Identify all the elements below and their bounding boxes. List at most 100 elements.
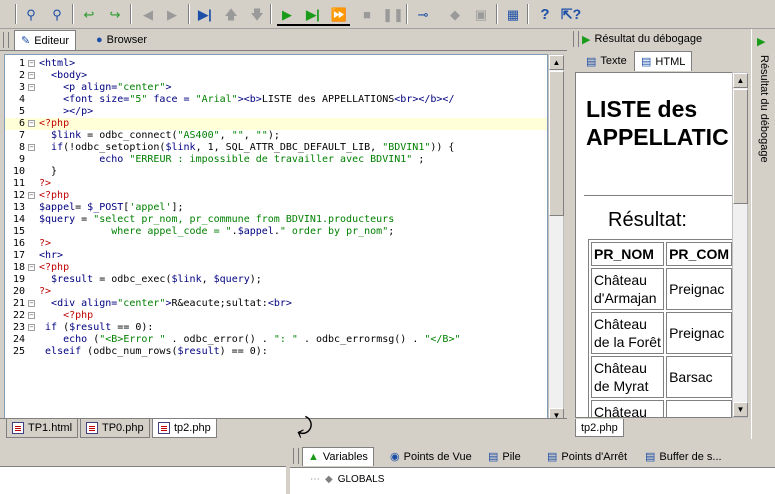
debug-file-tab[interactable]: tp2.php <box>575 419 624 437</box>
square-icon[interactable]: ▣ <box>472 5 490 23</box>
scroll-thumb[interactable] <box>549 71 564 216</box>
forward-icon[interactable]: ▶ <box>163 5 181 23</box>
tab-editeur[interactable]: ✎ Editeur <box>14 30 77 50</box>
tab-label: Points de Vue <box>403 450 472 463</box>
code-line[interactable]: 8− if(!odbc_setoption($link, 1, SQL_ATTR… <box>5 142 547 154</box>
code-line[interactable]: 12− <?php <box>5 190 547 202</box>
tree-expander-icon[interactable]: ⋯ <box>310 474 320 485</box>
search-icon[interactable]: ⚲ <box>22 5 40 23</box>
pane-grip[interactable] <box>3 32 9 48</box>
tab-pile[interactable]: ▤ Pile <box>483 447 526 466</box>
code-line[interactable]: 5 ></p> <box>5 106 547 118</box>
file-tab-tp2-php[interactable]: tp2.php <box>152 419 217 438</box>
context-help-icon[interactable]: ⇱? <box>561 5 581 23</box>
code-line[interactable]: 21− <div align="center">R&eacute;sultat:… <box>5 298 547 310</box>
file-tab-tp1-html[interactable]: TP1.html <box>6 419 79 438</box>
fold-toggle-icon[interactable]: − <box>28 192 35 199</box>
debug-side-strip[interactable]: ▶ Résultat du débogage <box>751 29 775 439</box>
run-to-cursor-icon[interactable]: ▶| <box>304 5 322 23</box>
code-line[interactable]: 1− <html> <box>5 58 547 70</box>
toolbar-separator <box>188 4 190 24</box>
editor-vertical-scrollbar[interactable]: ▲ ▼ <box>548 54 564 424</box>
breakpoint-icon[interactable]: ◆ <box>446 5 464 23</box>
code-line[interactable]: 3− <p align="center"> <box>5 82 547 94</box>
code-text: ></p> <box>63 106 94 117</box>
arrow-right-green-icon[interactable]: ↪ <box>106 5 124 23</box>
code-line[interactable]: 10 } <box>5 166 547 178</box>
calendar-icon[interactable]: ▦ <box>504 5 522 23</box>
file-tab-tp0-php[interactable]: TP0.php <box>80 419 150 438</box>
file-tab-label: tp2.php <box>174 422 211 434</box>
table-row: Château d'Armajan Preignac <box>591 268 732 310</box>
code-line[interactable]: 2− <body> <box>5 70 547 82</box>
code-line[interactable]: 9 echo "ERREUR : impossible de travaille… <box>5 154 547 166</box>
code-line[interactable]: 15 where appel_code = ".$appel." order b… <box>5 226 547 238</box>
fold-toggle-icon[interactable]: − <box>28 312 35 319</box>
fold-toggle-icon[interactable]: − <box>28 324 35 331</box>
debug-output-icon: ▶ <box>757 36 766 48</box>
buffer-icon: ▤ <box>645 451 656 463</box>
code-line[interactable]: 22− <?php <box>5 310 547 322</box>
line-number: 18 <box>12 262 25 273</box>
scroll-down-icon[interactable]: ▼ <box>733 402 748 417</box>
code-line[interactable]: 17 <hr> <box>5 250 547 262</box>
stop-icon[interactable]: ■ <box>358 5 376 23</box>
line-number: 6 <box>18 118 25 129</box>
tab-buffer[interactable]: ▤ Buffer de s... <box>640 447 727 466</box>
run-icon[interactable]: ▶ <box>278 5 296 23</box>
line-number: 20 <box>12 286 25 297</box>
tab-html[interactable]: ▤ HTML <box>634 51 693 71</box>
scroll-thumb[interactable] <box>733 89 748 204</box>
line-number: 2 <box>18 70 25 81</box>
code-editor[interactable]: 1− <html> 2− <body> 3− <p align="center"> 4 … <box>4 54 548 424</box>
code-line[interactable]: 16 ?> <box>5 238 547 250</box>
arrow-left-green-icon[interactable]: ↩ <box>80 5 98 23</box>
line-number: 16 <box>12 238 25 249</box>
help-icon[interactable]: ? <box>536 5 554 23</box>
code-line[interactable]: 24 echo ("<B>Error " . odbc_error() . ":… <box>5 334 547 346</box>
tab-label: Variables <box>322 451 368 463</box>
fold-toggle-icon[interactable]: − <box>28 60 35 67</box>
code-line[interactable]: 6− <?php <box>5 118 547 130</box>
code-line[interactable]: 19 $result = odbc_exec($link, $query); <box>5 274 547 286</box>
code-line[interactable]: 4 <font size="5" face = "Arial"><b>LISTE… <box>5 94 547 106</box>
tab-points-de-vue[interactable]: ◉ Points de Vue <box>385 447 477 466</box>
code-line[interactable]: 23− if ($result == 0): <box>5 322 547 334</box>
preview-vertical-scrollbar[interactable]: ▲ ▼ <box>732 72 748 418</box>
fold-toggle-icon[interactable]: − <box>28 144 35 151</box>
globals-node[interactable]: ⋯ ◆ GLOBALS <box>310 474 384 485</box>
code-line[interactable]: 13 $appel= $_POST['appel']; <box>5 202 547 214</box>
search-replace-icon[interactable]: ⚲ <box>48 5 66 23</box>
code-line[interactable]: 18− <?php <box>5 262 547 274</box>
tab-browser[interactable]: ● Browser <box>90 30 153 50</box>
tab-variables[interactable]: ▲ Variables <box>302 447 374 466</box>
code-text: <font size="5" face = "Arial"><b>LISTE d… <box>63 94 455 105</box>
column-header: PR_NOM <box>591 242 665 266</box>
fold-toggle-icon[interactable]: − <box>28 72 35 79</box>
code-line[interactable]: 25 elseif (odbc_num_rows($result) == 0): <box>5 346 547 358</box>
code-line[interactable]: 11 ?> <box>5 178 547 190</box>
tab-texte[interactable]: ▤ Texte <box>580 51 633 71</box>
preview-table: PR_NOM PR_COM Château d'Armajan Preignac C… <box>588 239 735 417</box>
step-into-icon[interactable]: ▶| <box>196 5 214 23</box>
profile-icon[interactable]: ⊸ <box>414 5 432 23</box>
code-line[interactable]: 20 ?> <box>5 286 547 298</box>
fold-toggle-icon[interactable]: − <box>28 300 35 307</box>
code-text: <?php <box>63 310 94 321</box>
code-line[interactable]: 7 $link = odbc_connect("AS400", "", ""); <box>5 130 547 142</box>
pause-icon[interactable]: ❚❚ <box>382 5 404 23</box>
fold-toggle-icon[interactable]: − <box>28 264 35 271</box>
back-icon[interactable]: ◀ <box>139 5 157 23</box>
code-text: <html> <box>39 58 76 69</box>
fold-toggle-icon[interactable]: − <box>28 120 35 127</box>
fold-toggle-icon[interactable]: − <box>28 84 35 91</box>
scroll-up-icon[interactable]: ▲ <box>549 55 564 70</box>
step-down-icon[interactable]: 🡇 <box>248 5 266 23</box>
run-fast-icon[interactable]: ⏩ <box>330 5 348 23</box>
code-line[interactable]: 14 $query = "select pr_nom, pr_commune fr… <box>5 214 547 226</box>
step-up-icon[interactable]: 🡅 <box>222 5 240 23</box>
table-header-row: PR_NOM PR_COM <box>591 242 732 266</box>
scroll-up-icon[interactable]: ▲ <box>733 73 748 88</box>
toolbar-separator <box>72 4 74 24</box>
tab-points-d-arret[interactable]: ▤ Points d'Arrêt <box>542 447 632 466</box>
